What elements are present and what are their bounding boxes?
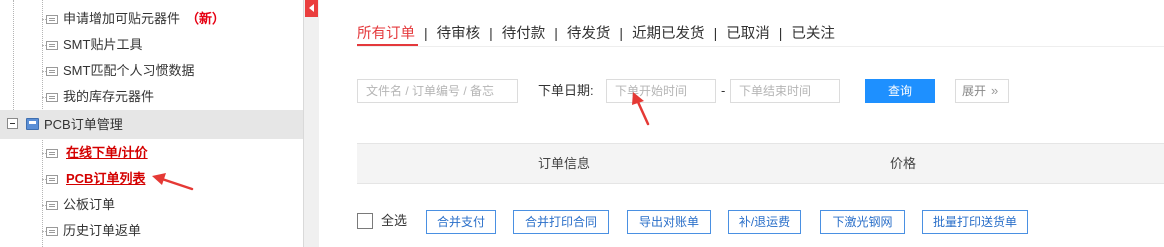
sidebar-item-label: 公板订单	[63, 197, 116, 212]
sidebar-item-label: 申请增加可贴元器件 （新）	[63, 11, 226, 26]
annotation-arrow-icon	[152, 173, 194, 191]
sidebar-nav: 申请增加可贴元器件 （新） SMT贴片工具 SMT匹配个人习惯数据 我的库存元器件…	[0, 0, 304, 247]
merge-payment-button[interactable]: 合并支付	[426, 210, 496, 234]
tab-pending-review[interactable]: 待审核	[437, 22, 481, 43]
sidebar-item-smt-habits[interactable]: SMT匹配个人习惯数据	[0, 58, 303, 84]
collapse-sidebar-icon[interactable]	[305, 0, 318, 17]
end-date-input[interactable]	[730, 79, 840, 103]
document-icon	[46, 41, 58, 50]
new-badge: （新）	[186, 11, 226, 26]
date-range-dash: -	[721, 83, 726, 98]
sidebar-item-label: SMT匹配个人习惯数据	[63, 63, 195, 78]
column-header-order-info: 订单信息	[538, 156, 591, 171]
expand-label: 展开	[962, 84, 987, 98]
order-laser-stencil-button[interactable]: 下激光钢网	[820, 210, 905, 234]
sidebar-item-label: 我的库存元器件	[63, 89, 155, 104]
main-content: 所有订单 | 待审核 | 待付款 | 待发货 | 近期已发货 | 已取消 | 已…	[340, 0, 1164, 247]
panel-splitter[interactable]	[304, 0, 319, 247]
double-chevron-right-icon: »	[991, 83, 998, 98]
export-statement-button[interactable]: 导出对账单	[627, 210, 711, 234]
sidebar-group-label: PCB订单管理	[44, 117, 123, 132]
tab-pending-shipment[interactable]: 待发货	[567, 22, 611, 43]
sidebar-item-public-board[interactable]: 公板订单	[0, 192, 303, 218]
select-all-checkbox[interactable]	[357, 213, 373, 229]
query-button[interactable]: 查询	[865, 79, 935, 103]
tab-separator: |	[713, 24, 718, 41]
tab-followed[interactable]: 已关注	[791, 22, 835, 43]
order-date-label: 下单日期:	[538, 83, 594, 98]
sidebar-item-history-reorder[interactable]: 历史订单返单	[0, 218, 303, 244]
document-icon	[46, 149, 58, 158]
active-tab-indicator	[357, 44, 418, 46]
tab-separator: |	[489, 24, 493, 41]
order-status-tabs: 所有订单 | 待审核 | 待付款 | 待发货 | 近期已发货 | 已取消 | 已…	[357, 22, 835, 43]
document-icon	[46, 93, 58, 102]
orders-table-header: 订单信息 价格	[357, 143, 1164, 184]
document-icon	[46, 67, 58, 76]
document-icon	[46, 175, 58, 184]
collapse-icon[interactable]	[7, 118, 18, 129]
tab-pending-payment[interactable]: 待付款	[502, 22, 546, 43]
sidebar-item-my-inventory[interactable]: 我的库存元器件	[0, 84, 303, 110]
sidebar-item-request-component[interactable]: 申请增加可贴元器件 （新）	[0, 6, 303, 32]
batch-print-delivery-button[interactable]: 批量打印送货单	[922, 210, 1028, 234]
sidebar-item-label: PCB订单列表	[66, 171, 146, 186]
sidebar-item-online-order[interactable]: 在线下单/计价	[0, 140, 303, 166]
start-date-input[interactable]	[606, 79, 716, 103]
column-header-price: 价格	[890, 156, 917, 171]
tab-recently-shipped[interactable]: 近期已发货	[632, 22, 705, 43]
sidebar-item-label: SMT贴片工具	[63, 37, 143, 52]
tabs-divider	[357, 46, 1164, 47]
sidebar-item-label: 历史订单返单	[63, 223, 142, 238]
tab-separator: |	[619, 24, 624, 41]
folder-icon	[26, 118, 39, 130]
tab-cancelled[interactable]: 已取消	[726, 22, 770, 43]
tab-all-orders[interactable]: 所有订单	[357, 22, 415, 43]
document-icon	[46, 227, 58, 236]
document-icon	[46, 201, 58, 210]
sidebar-group-pcb-orders[interactable]: PCB订单管理	[0, 110, 303, 139]
tab-separator: |	[778, 24, 783, 41]
tab-separator: |	[424, 24, 428, 41]
document-icon	[46, 15, 58, 24]
select-all-label: 全选	[381, 213, 408, 228]
annotation-arrow-icon	[632, 92, 650, 126]
keyword-search-input[interactable]	[357, 79, 518, 103]
sidebar-item-smt-tool[interactable]: SMT贴片工具	[0, 32, 303, 58]
shipping-fee-adjust-button[interactable]: 补/退运费	[728, 210, 801, 234]
tab-separator: |	[554, 24, 558, 41]
expand-filters-button[interactable]: 展开 »	[955, 79, 1009, 103]
merge-print-contract-button[interactable]: 合并打印合同	[513, 210, 609, 234]
sidebar-item-label: 在线下单/计价	[66, 145, 148, 160]
